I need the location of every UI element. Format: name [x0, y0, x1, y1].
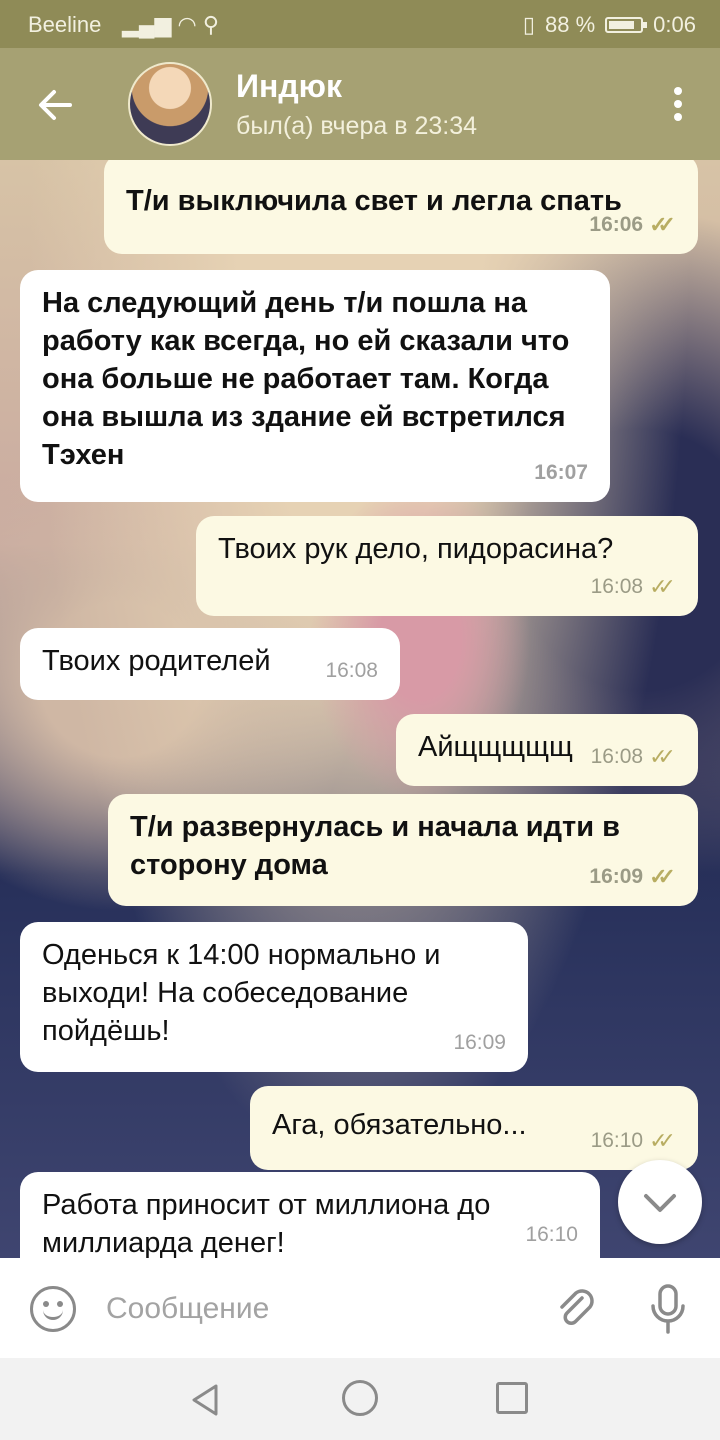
message-time: 16:10	[590, 1129, 644, 1152]
nav-recents-icon[interactable]	[496, 1382, 528, 1414]
double-check-icon: ✓✓	[649, 212, 676, 237]
message-bubble-outgoing[interactable]: Айщщщщщ 16:08 ✓✓	[396, 714, 698, 786]
chat-messages[interactable]: Т/и выключила свет и легла спать 16:06 ✓✓…	[0, 160, 720, 1258]
message-text: Работа приносит от миллиона до миллиарда…	[42, 1189, 491, 1258]
contact-avatar[interactable]	[128, 62, 212, 146]
double-check-icon: ✓✓	[649, 1128, 676, 1153]
double-check-icon: ✓✓	[649, 574, 676, 599]
chevron-down-icon	[644, 1194, 676, 1212]
message-time: 16:09	[453, 1031, 506, 1054]
more-vertical-icon[interactable]	[666, 82, 690, 132]
vibrate-icon: ▯	[522, 12, 536, 37]
battery-icon	[605, 17, 648, 33]
status-right: ▯ 88 % 0:06	[523, 12, 696, 38]
system-nav-bar	[0, 1358, 720, 1440]
message-bubble-outgoing[interactable]: Т/и выключила свет и легла спать 16:06 ✓✓	[104, 160, 698, 254]
message-bubble-incoming[interactable]: Оденься к 14:00 нормально и выходи! На с…	[20, 922, 528, 1072]
message-bubble-outgoing[interactable]: Твоих рук дело, пидорасина? 16:08 ✓✓	[196, 516, 698, 616]
paperclip-icon[interactable]	[552, 1284, 600, 1332]
message-text: На следующий день т/и пошла на работу ка…	[42, 287, 570, 471]
message-time: 16:08	[325, 659, 378, 682]
message-time: 16:10	[525, 1223, 578, 1246]
smile-icon[interactable]	[30, 1286, 76, 1332]
back-arrow-icon[interactable]	[30, 80, 80, 130]
message-time: 16:08	[590, 745, 644, 768]
message-text: Т/и развернулась и начала идти в сторону…	[130, 811, 620, 881]
signal-wifi-icons: ▂▄▆ ◠ ⚲	[122, 12, 219, 37]
message-bubble-outgoing[interactable]: Ага, обязательно... 16:10 ✓✓	[250, 1086, 698, 1170]
battery-percent: 88 %	[545, 12, 596, 37]
message-bubble-outgoing[interactable]: Т/и развернулась и начала идти в сторону…	[108, 794, 698, 906]
message-time: 16:09	[589, 865, 644, 888]
carrier-name: Beeline	[28, 12, 102, 37]
message-text: Оденься к 14:00 нормально и выходи! На с…	[42, 939, 441, 1047]
message-text: Твоих рук дело, пидорасина?	[218, 533, 614, 565]
contact-name[interactable]: Индюк	[236, 68, 342, 105]
battery-fill	[609, 21, 635, 29]
message-bubble-incoming[interactable]: На следующий день т/и пошла на работу ка…	[20, 270, 610, 502]
message-time: 16:07	[534, 461, 588, 484]
microphone-icon[interactable]	[646, 1282, 690, 1336]
arrow-left-icon	[39, 90, 72, 120]
message-bubble-incoming[interactable]: Твоих родителей 16:08	[20, 628, 400, 700]
nav-back-icon[interactable]	[186, 1380, 226, 1420]
message-input[interactable]	[104, 1284, 528, 1334]
status-bar: Beeline ▂▄▆ ◠ ⚲ ▯ 88 % 0:06	[0, 0, 720, 48]
message-time: 16:08	[590, 575, 644, 598]
message-input-bar	[0, 1258, 720, 1358]
nav-home-icon[interactable]	[342, 1380, 378, 1416]
message-time: 16:06	[589, 213, 644, 236]
scroll-down-button[interactable]	[618, 1160, 702, 1244]
message-bubble-incoming[interactable]: Работа приносит от миллиона до миллиарда…	[20, 1172, 600, 1258]
chat-header: Индюк был(а) вчера в 23:34	[0, 48, 720, 160]
double-check-icon: ✓✓	[649, 744, 676, 769]
double-check-icon: ✓✓	[649, 864, 676, 889]
last-seen-status: был(а) вчера в 23:34	[236, 112, 478, 140]
clock: 0:06	[653, 12, 696, 37]
